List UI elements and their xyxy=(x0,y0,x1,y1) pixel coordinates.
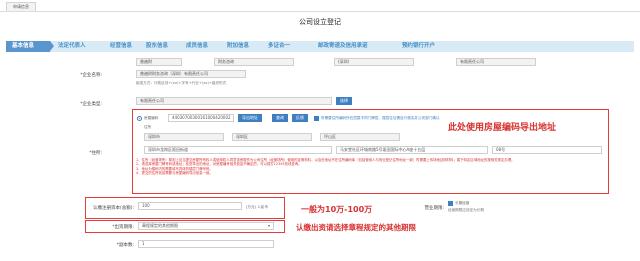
name-composed-field: 普遍财财务咨询（深圳）有限责任公司 xyxy=(136,70,246,78)
address-annotation: 此处使用房屋编码导出地址 xyxy=(448,123,557,133)
name-industry-input[interactable]: (深圳) xyxy=(334,58,414,66)
step-arrow-icon xyxy=(50,41,54,51)
step-multi-cert[interactable]: 多证合一 xyxy=(268,41,290,52)
address-street-field[interactable]: 深圳市龙岗区阪田街道 xyxy=(144,146,332,154)
capital-annotation: 一般为10万-100万 xyxy=(301,205,373,214)
address-detail-field[interactable]: 马安堂社区环城南路5号坂田国际中心A座十五层 xyxy=(336,146,488,154)
address-label: *住所: xyxy=(89,151,102,156)
name-composition-hint: 组成方式：行政区划+(xx)+字号+行业+(xx)+组织形式 xyxy=(136,81,227,85)
address-note-4: 4、提交的住所信息需要与房屋编码导出信息一致。 xyxy=(136,170,213,175)
capital-label: 认缴注册资本(总额): xyxy=(92,206,134,211)
term-of-operation-label: 营业期限: xyxy=(424,206,444,211)
long-term-label: 长期经营 xyxy=(455,201,470,205)
house-code-radio[interactable] xyxy=(137,116,142,121)
term-annotation: 认缴出资请选择章程规定的其他期限 xyxy=(296,223,416,232)
name-form-input[interactable]: 有限责任公司 xyxy=(456,58,536,66)
step-business-info[interactable]: 经营信息 xyxy=(110,41,132,52)
address-row-label: 住所 xyxy=(144,125,152,129)
long-term-checkbox[interactable] xyxy=(448,201,453,206)
feedback-button[interactable]: 反馈 xyxy=(292,114,308,122)
contribution-term-select[interactable]: 章程规定的其他期限 xyxy=(138,222,274,230)
copies-input[interactable]: 1 xyxy=(138,240,274,248)
capital-unit: (万元) 人民币 xyxy=(246,205,268,209)
step-shareholder-info[interactable]: 股东信息 xyxy=(146,41,168,52)
chevron-down-icon: ▾ xyxy=(268,223,271,228)
address-notes: 1、住所（经营场所）原则上应当提交房屋所有权人或使用权人同意该房屋作为公司住所（… xyxy=(136,158,604,175)
top-divider xyxy=(0,11,640,12)
company-type-label: *企业类型: xyxy=(80,102,102,107)
house-code-input[interactable]: 44030700300161000420002 xyxy=(168,114,234,122)
company-name-label: *企业名称: xyxy=(80,73,102,78)
capital-input[interactable]: 100 xyxy=(138,202,242,210)
step-bar: 基本信息 法定代表人 经营信息 股东信息 成员信息 附加信息 多证合一 邮政寄递… xyxy=(6,41,634,52)
step-legal-rep[interactable]: 法定代表人 xyxy=(58,41,86,52)
address-room-field[interactable]: 08号 xyxy=(492,146,602,154)
long-term-hint: 经营期限应设定为长期 xyxy=(448,208,484,212)
contribution-term-label: *出资期限: xyxy=(112,225,134,230)
step-additional-info[interactable]: 附加信息 xyxy=(227,41,249,52)
step-basic-info[interactable]: 基本信息 xyxy=(6,41,50,52)
company-type-field[interactable]: 有限责任公司 xyxy=(136,97,332,105)
address-confirm-checkbox[interactable] xyxy=(314,116,319,121)
step-member-info[interactable]: 成员信息 xyxy=(186,41,208,52)
select-type-button[interactable]: 选择 xyxy=(336,97,352,105)
name-trade-input[interactable]: 财务咨询 xyxy=(214,58,294,66)
tab-application-info[interactable]: 申请信息 xyxy=(6,2,36,11)
step-bank-account[interactable]: 预约银行开户 xyxy=(402,41,435,52)
copies-label: *副本数: xyxy=(116,243,134,248)
page-title: 公司设立登记 xyxy=(299,18,341,26)
address-district-select[interactable]: 深圳区 xyxy=(232,133,312,141)
address-confirm-text: 所需要住所编码所在层属不同门牌层、楼层住址需自行核实并公安部门确认 xyxy=(321,116,440,120)
house-code-label: 房屋编码 xyxy=(144,116,159,120)
export-address-button[interactable]: 导出地址 xyxy=(238,114,262,122)
query-button[interactable]: 查询 xyxy=(272,114,288,122)
address-subdistrict-select[interactable]: 坪山区 xyxy=(320,133,400,141)
name-region-input[interactable]: 普遍财 xyxy=(136,58,182,66)
address-city-select[interactable]: 深圳市 xyxy=(144,133,224,141)
step-postal-credit[interactable]: 邮政寄递及信用承诺 xyxy=(318,41,368,52)
